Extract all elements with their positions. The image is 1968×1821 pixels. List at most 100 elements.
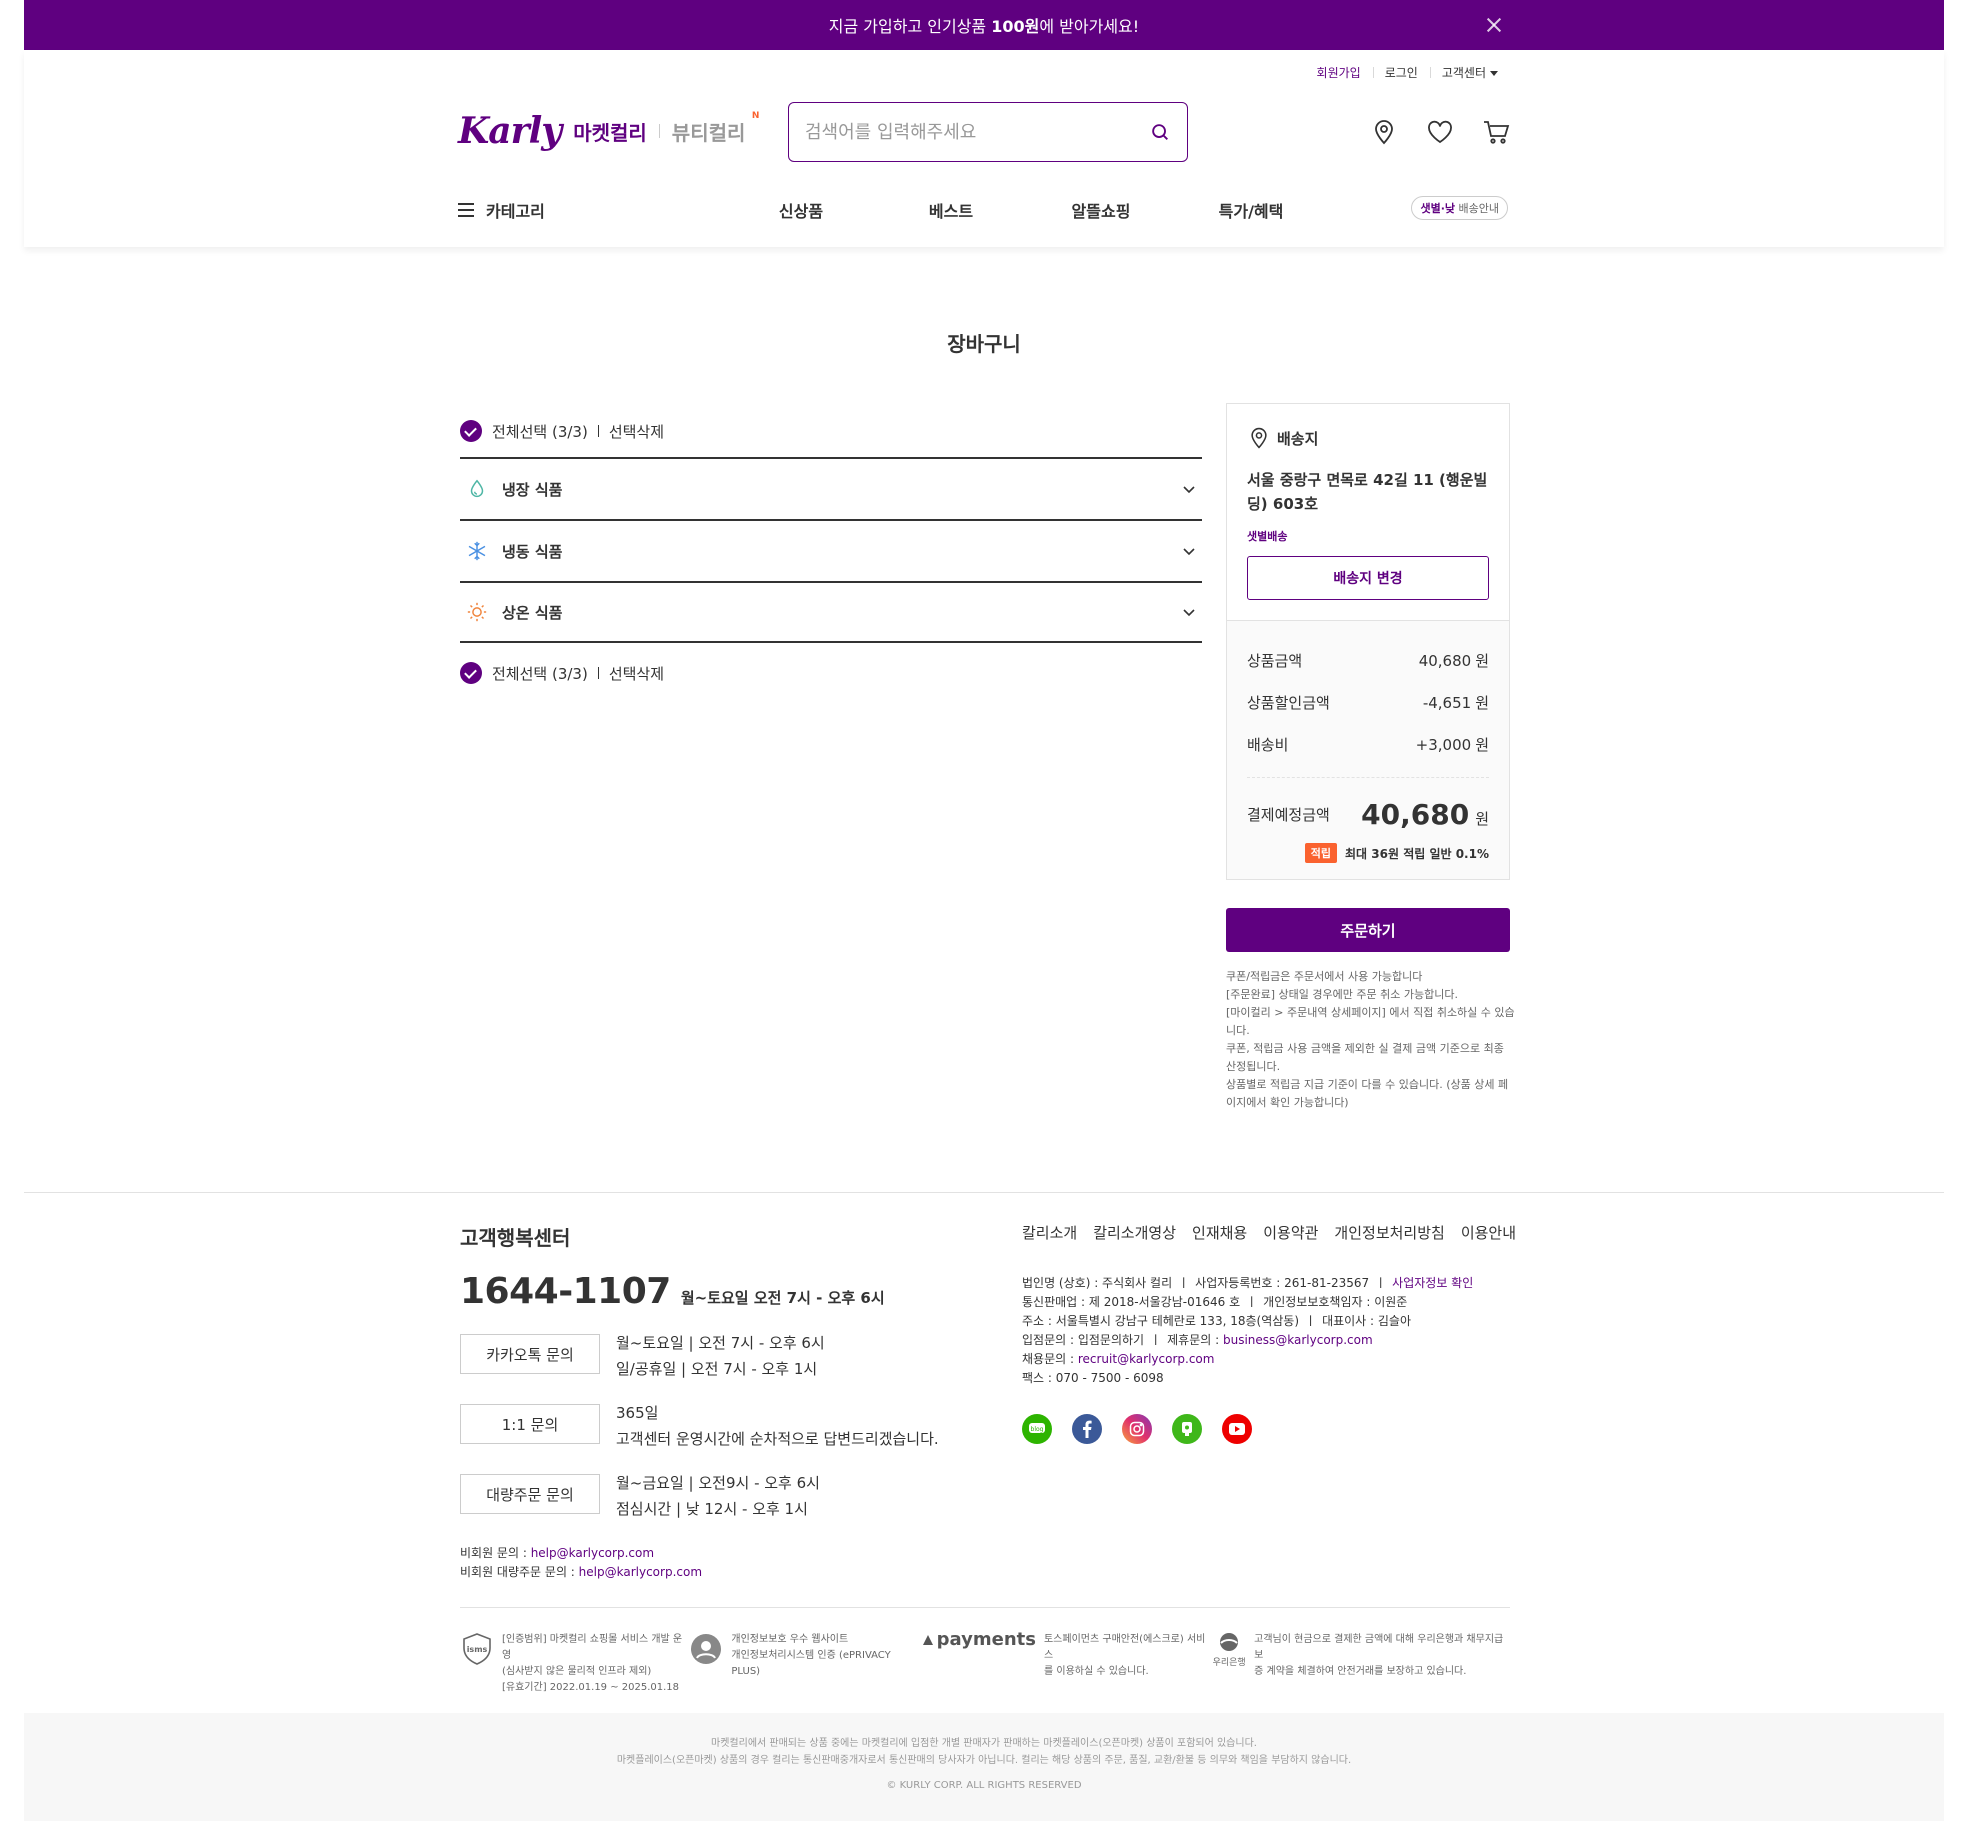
cs-phone: 1644-1107 월~토요일 오전 7시 - 오후 6시: [460, 1271, 980, 1312]
nav-special-deals[interactable]: 특가/혜택: [1176, 198, 1326, 222]
select-all-label[interactable]: 전체선택 (3/3): [492, 663, 588, 684]
order-summary: 배송지 서울 중랑구 면목로 42길 11 (행운빌딩) 603호 샛별배송 배…: [1226, 403, 1510, 880]
recruit-email-link[interactable]: recruit@karlycorp.com: [1078, 1352, 1215, 1366]
heart-icon[interactable]: [1426, 118, 1454, 146]
water-drop-icon: [470, 479, 484, 497]
select-all-row-bottom: 전체선택 (3/3) 선택삭제: [460, 647, 1202, 699]
cs-channel: 대량주문 문의 월~금요일 | 오전9시 - 오후 6시 점심시간 | 낮 12시…: [460, 1474, 980, 1522]
address-text: 서울 중랑구 면목로 42길 11 (행운빌딩) 603호: [1247, 471, 1488, 513]
footer-link[interactable]: 개인정보처리방침: [1334, 1222, 1444, 1243]
header: 회원가입 로그인 고객센터 Karly 마켓컬리 뷰티컬리 N 카테고리 신상품 …: [24, 50, 1944, 247]
search-input[interactable]: [805, 121, 1149, 143]
one-to-one-inquiry-button[interactable]: 1:1 문의: [460, 1404, 600, 1444]
location-pin-icon[interactable]: [1370, 118, 1398, 146]
cart-icon[interactable]: [1482, 118, 1510, 146]
youtube-icon[interactable]: [1222, 1414, 1252, 1444]
page-title: 장바구니: [947, 332, 1021, 356]
hamburger-icon: [458, 203, 474, 217]
category-menu[interactable]: 카테고리: [458, 198, 545, 222]
select-all-row-top: 전체선택 (3/3) 선택삭제: [460, 405, 1202, 457]
footer-links: 칼리소개 칼리소개영상 인재채용 이용약관 개인정보처리방침 이용안내: [1022, 1222, 1516, 1243]
cs-desc: 365일 고객센터 운영시간에 순차적으로 답변드리겠습니다.: [616, 1404, 939, 1448]
promo-banner[interactable]: 지금 가입하고 인기상품 100원에 받아가세요!: [24, 0, 1944, 50]
select-all-label[interactable]: 전체선택 (3/3): [492, 421, 588, 442]
address-title: 배송지: [1277, 429, 1319, 448]
price-value: +3,000 원: [1415, 735, 1489, 754]
karly-logo[interactable]: Karly: [458, 110, 562, 152]
delete-selected-button[interactable]: 선택삭제: [609, 663, 664, 684]
close-icon[interactable]: [1484, 15, 1504, 35]
point-tag: 적립: [1304, 843, 1338, 863]
location-pin-icon: [1251, 427, 1267, 449]
nav-bargain[interactable]: 알뜰쇼핑: [1026, 198, 1176, 222]
cert-divider: [460, 1607, 1510, 1608]
search-box: [788, 102, 1188, 162]
address-box: 배송지 서울 중랑구 면목로 42길 11 (행운빌딩) 603호 샛별배송 배…: [1227, 404, 1509, 621]
group-refrigerated[interactable]: 냉장 식품: [460, 457, 1202, 519]
instagram-icon[interactable]: [1122, 1414, 1152, 1444]
cs-channel: 카카오톡 문의 월~토요일 | 오전 7시 - 오후 6시 일/공휴일 | 오전 …: [460, 1334, 980, 1382]
marketplace-notice: 마켓플레이스(오픈마켓) 상품의 경우 컬리는 통신판매중개자로서 통신판매의 …: [616, 1755, 1352, 1766]
beauty-kurly-tab[interactable]: 뷰티컬리 N: [672, 111, 760, 146]
cert-text: 토스페이먼츠 구매안전(에스크로) 서비스 를 이용하실 수 있습니다.: [1043, 1634, 1206, 1677]
footer-link[interactable]: 이용안내: [1461, 1222, 1516, 1243]
isms-logo: isms: [463, 1633, 491, 1665]
affiliate-email-link[interactable]: business@karlycorp.com: [1223, 1333, 1373, 1347]
select-all-checkbox[interactable]: [460, 662, 482, 684]
order-button[interactable]: 주문하기: [1226, 908, 1510, 952]
select-all-checkbox[interactable]: [460, 420, 482, 442]
change-address-button[interactable]: 배송지 변경: [1247, 556, 1489, 600]
chevron-down-icon[interactable]: [1182, 482, 1196, 496]
naver-post-icon[interactable]: [1172, 1414, 1202, 1444]
total-label: 결제예정금액: [1247, 806, 1330, 824]
woori-bank-logo: 우리은행: [1212, 1632, 1246, 1668]
cert-text: 고객님이 현금으로 결제한 금액에 대해 우리은행과 채무지급보 증 계약을 체결…: [1254, 1634, 1504, 1677]
price-box: 상품금액 40,680 원 상품할인금액 -4,651 원 배송비 +3,000 원 …: [1227, 621, 1509, 879]
group-label: 냉장 식품: [502, 480, 563, 499]
new-badge: N: [751, 110, 760, 121]
eprivacy-logo: [691, 1634, 722, 1664]
footer-link[interactable]: 칼리소개영상: [1093, 1222, 1176, 1243]
point-text: 최대 36원 적립 일반 0.1%: [1345, 846, 1489, 861]
kakao-inquiry-button[interactable]: 카카오톡 문의: [460, 1334, 600, 1374]
note: 쿠폰, 적립금 사용 금액을 제외한 실 결제 금액 기준으로 최종 산정됩니다…: [1226, 1042, 1504, 1073]
footer-link[interactable]: 칼리소개: [1022, 1222, 1077, 1243]
footer-link[interactable]: 인재채용: [1192, 1222, 1247, 1243]
chevron-down-icon[interactable]: [1182, 605, 1196, 619]
price-row: 배송비 +3,000 원: [1247, 723, 1489, 765]
divider: [597, 667, 599, 679]
support-menu[interactable]: 고객센터: [1429, 64, 1510, 81]
cs-desc: 월~토요일 | 오전 7시 - 오후 6시 일/공휴일 | 오전 7시 - 오후 …: [616, 1334, 825, 1378]
chevron-down-icon[interactable]: [1182, 544, 1196, 558]
facebook-icon[interactable]: [1072, 1414, 1102, 1444]
login-link[interactable]: 로그인: [1372, 64, 1430, 81]
price-value: 40,680 원: [1418, 651, 1489, 670]
nav-best[interactable]: 베스트: [876, 198, 1026, 222]
search-icon[interactable]: [1149, 121, 1171, 143]
biz-check-link[interactable]: 사업자정보 확인: [1392, 1276, 1473, 1290]
cs-title: 고객행복센터: [460, 1226, 571, 1250]
cert-eprivacy: 개인정보보호 우수 웹사이트 개인정보처리시스템 인증 (ePRIVACY PLU…: [689, 1632, 920, 1696]
market-kurly-tab[interactable]: 마켓컬리: [573, 117, 647, 146]
logo[interactable]: Karly 마켓컬리 뷰티컬리 N: [458, 110, 760, 152]
divider: [1247, 777, 1489, 778]
cart-list: 전체선택 (3/3) 선택삭제 냉장 식품 냉동 식품 상온 식품 전체선택 (…: [460, 405, 1202, 699]
group-room-temp[interactable]: 상온 식품: [460, 581, 1202, 643]
note: [마이컬리 > 주문내역 상세페이지] 에서 직접 취소하실 수 있습니다.: [1226, 1006, 1515, 1037]
bottom-notice: 마켓컬리에서 판매되는 상품 중에는 마켓컬리에 입점한 개별 판매자가 판매하…: [24, 1713, 1944, 1821]
bulk-email-link[interactable]: help@karlycorp.com: [579, 1565, 702, 1579]
delete-selected-button[interactable]: 선택삭제: [609, 421, 664, 442]
support-label: 고객센터: [1441, 66, 1486, 80]
delivery-info-badge[interactable]: 샛별·낮 배송안내: [1411, 196, 1508, 220]
nav-new-products[interactable]: 신상품: [726, 198, 876, 222]
customer-service: 고객행복센터 1644-1107 월~토요일 오전 7시 - 오후 6시 카카오…: [460, 1222, 980, 1582]
signup-link[interactable]: 회원가입: [1305, 64, 1373, 81]
price-label: 배송비: [1247, 735, 1289, 754]
blog-icon[interactable]: blog: [1022, 1414, 1052, 1444]
bulk-order-inquiry-button[interactable]: 대량주문 문의: [460, 1474, 600, 1514]
footer-link[interactable]: 이용약관: [1263, 1222, 1318, 1243]
help-email-link[interactable]: help@karlycorp.com: [531, 1546, 654, 1560]
svg-text:isms: isms: [467, 1645, 488, 1654]
group-frozen[interactable]: 냉동 식품: [460, 519, 1202, 581]
cert-isms: isms [인증범위] 마켓컬리 쇼핑몰 서비스 개발 운영 (심사받지 않은 물…: [460, 1632, 689, 1696]
